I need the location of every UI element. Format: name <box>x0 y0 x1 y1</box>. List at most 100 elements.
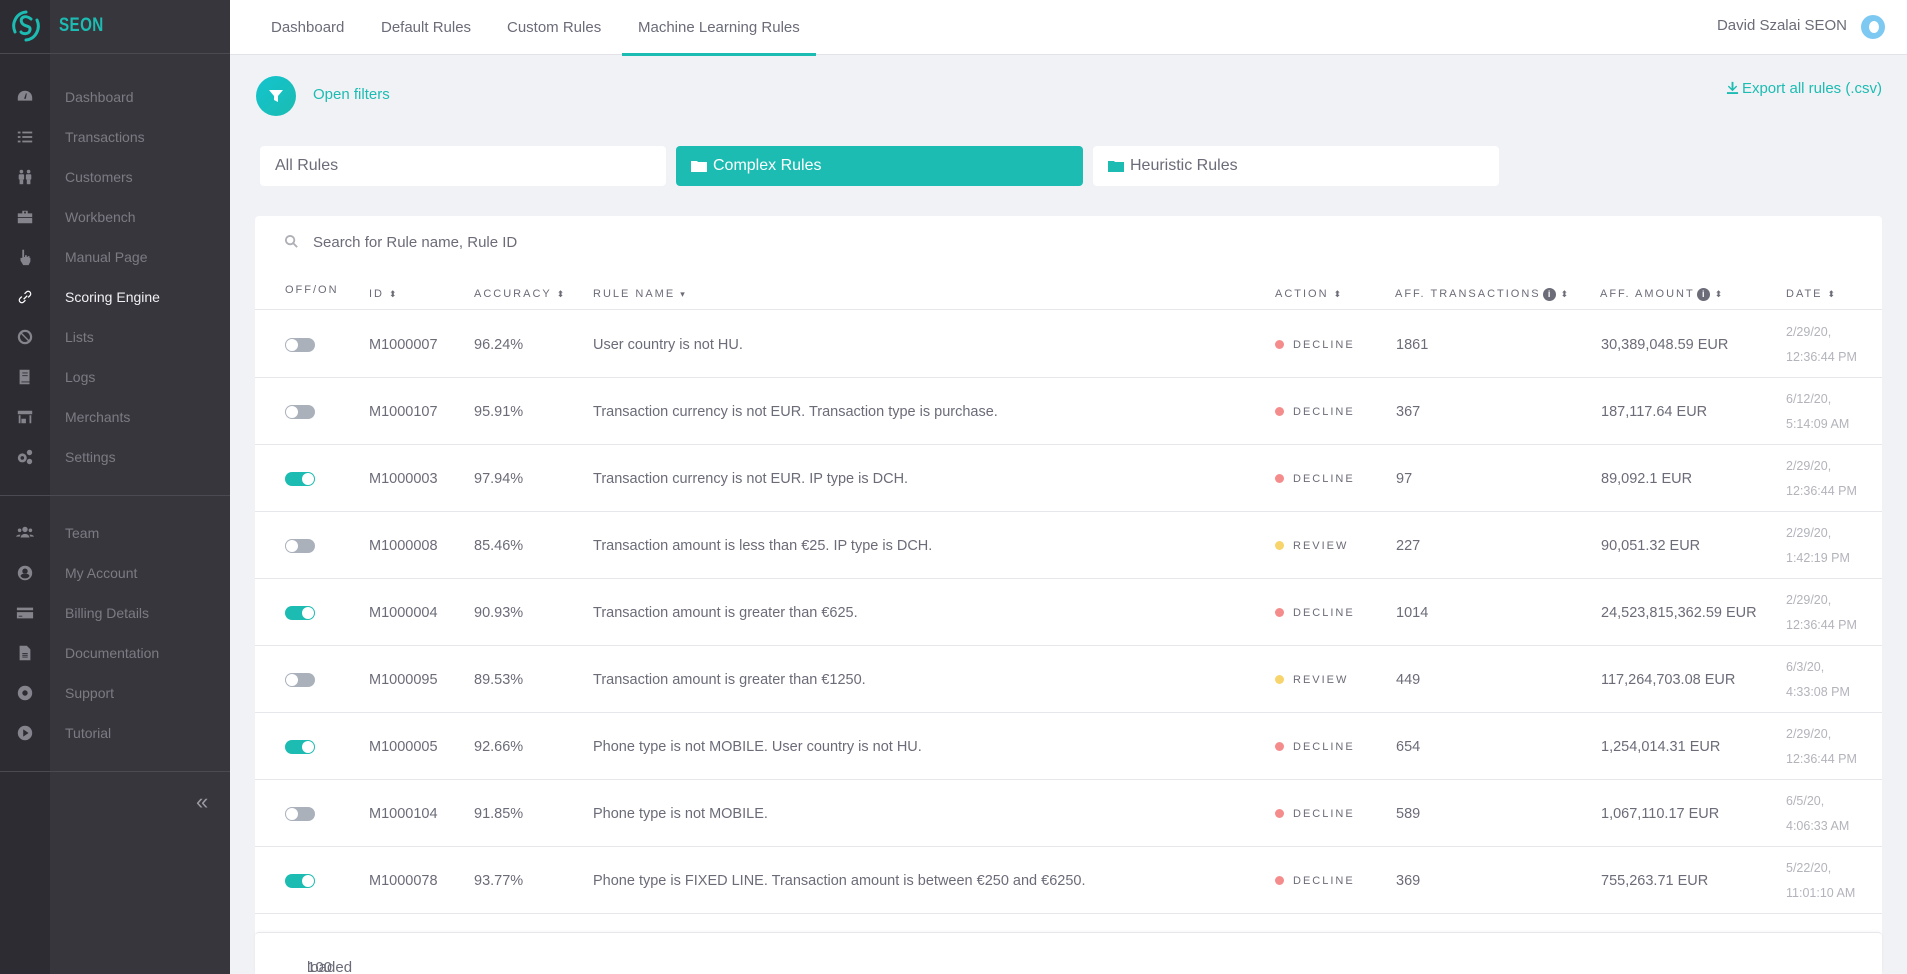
affected-transactions: 1861 <box>1396 336 1429 353</box>
table-body: M1000007 96.24% User country is not HU. DEC… <box>255 311 1882 914</box>
rule-action: DECLINE <box>1275 445 1355 512</box>
rule-name[interactable]: Transaction amount is greater than €625. <box>593 579 858 646</box>
category-heuristic-rules[interactable]: Heuristic Rules <box>1093 146 1499 186</box>
affected-transactions: 367 <box>1396 403 1421 420</box>
rule-name[interactable]: Transaction amount is less than €25. IP … <box>593 512 932 579</box>
table-row[interactable]: M1000104 91.85% Phone type is not MOBILE. D… <box>255 780 1882 847</box>
rule-accuracy: 85.46% <box>474 537 524 554</box>
sidebar-item-lists[interactable]: Lists <box>0 317 230 357</box>
rule-date: 2/29/20, 12:36:44 PM <box>1786 726 1857 766</box>
table-row[interactable]: M1000005 92.66% Phone type is not MOBILE. … <box>255 713 1882 780</box>
column-header-aff-amount[interactable]: AFF. AMOUNT i ⬍ <box>1600 278 1722 310</box>
column-header-action[interactable]: ACTION ⬍ <box>1275 278 1341 310</box>
search-input[interactable] <box>313 230 1013 254</box>
table-row[interactable]: M1000078 93.77% Phone type is FIXED LINE. … <box>255 847 1882 914</box>
table-row[interactable]: M1000107 95.91% Transaction currency is no… <box>255 378 1882 445</box>
rule-name[interactable]: Transaction currency is not EUR. Transac… <box>593 378 998 445</box>
tab-dashboard[interactable]: Dashboard <box>271 0 344 55</box>
rule-action: REVIEW <box>1275 512 1348 579</box>
rule-toggle-switch[interactable] <box>285 539 315 553</box>
category-all-rules[interactable]: All Rules <box>260 146 666 186</box>
affected-transactions: 449 <box>1396 671 1421 688</box>
sort-icon: ⬍ <box>1333 288 1342 299</box>
open-filters-link[interactable]: Open filters <box>313 86 390 103</box>
sidebar-item-workbench[interactable]: Workbench <box>0 197 230 237</box>
user-name[interactable]: David Szalai SEON <box>1717 17 1847 34</box>
rule-name[interactable]: Phone type is FIXED LINE. Transaction am… <box>593 847 1086 914</box>
search-bar <box>255 216 1882 268</box>
category-label: Complex Rules <box>713 157 822 174</box>
rule-id: M1000107 <box>369 403 438 420</box>
rule-toggle-switch[interactable] <box>285 673 315 687</box>
customers-icon <box>14 166 36 188</box>
affected-amount: 187,117.64 EUR <box>1601 403 1708 420</box>
sidebar-item-transactions[interactable]: Transactions <box>0 117 230 157</box>
rule-accuracy: 89.53% <box>474 671 524 688</box>
rule-date: 6/3/20, 4:33:08 PM <box>1786 659 1850 699</box>
brand-name: SEON <box>59 15 104 36</box>
info-icon[interactable]: i <box>1542 287 1556 301</box>
user-circle-icon <box>14 562 36 584</box>
sidebar-item-support[interactable]: Support <box>0 673 230 713</box>
tab-default-rules[interactable]: Default Rules <box>381 0 471 55</box>
rule-toggle-switch[interactable] <box>285 338 315 352</box>
rule-name[interactable]: Phone type is not MOBILE. <box>593 780 768 847</box>
table-row[interactable]: M1000008 85.46% Transaction amount is less… <box>255 512 1882 579</box>
rule-name[interactable]: User country is not HU. <box>593 311 743 378</box>
sidebar-item-dashboard[interactable]: Dashboard <box>0 77 230 117</box>
column-header-date[interactable]: DATE ⬍ <box>1786 278 1835 310</box>
rule-action: DECLINE <box>1275 579 1355 646</box>
rules-table-card: OFF/ON ID⬍ ACCURACY⬍ RULE NAME▾ ACTION⬍ … <box>255 216 1882 974</box>
sidebar-primary-nav: Dashboard Transactions Customers Workben… <box>0 77 230 477</box>
affected-transactions: 589 <box>1396 805 1421 822</box>
sidebar-item-customers[interactable]: Customers <box>0 157 230 197</box>
loaded-count: 100 loaded <box>307 959 353 974</box>
status-dot-icon <box>1275 474 1284 483</box>
folder-icon <box>1108 161 1124 172</box>
sidebar-item-logs[interactable]: Logs <box>0 357 230 397</box>
user-avatar[interactable] <box>1861 15 1885 39</box>
sidebar-item-merchants[interactable]: Merchants <box>0 397 230 437</box>
rule-name[interactable]: Transaction currency is not EUR. IP type… <box>593 445 908 512</box>
table-row[interactable]: M1000007 96.24% User country is not HU. DEC… <box>255 311 1882 378</box>
sidebar-item-documentation[interactable]: Documentation <box>0 633 230 673</box>
sidebar-item-billing-details[interactable]: Billing Details <box>0 593 230 633</box>
rule-toggle-switch[interactable] <box>285 874 315 888</box>
sidebar-item-team[interactable]: Team <box>0 513 230 553</box>
column-header-id[interactable]: ID ⬍ <box>369 278 397 310</box>
brand[interactable]: SEON <box>0 0 230 54</box>
column-header-rule-name[interactable]: RULE NAME ▾ <box>593 278 685 310</box>
sidebar-item-settings[interactable]: Settings <box>0 437 230 477</box>
tab-machine-learning-rules[interactable]: Machine Learning Rules <box>622 0 816 56</box>
rule-name[interactable]: Transaction amount is greater than €1250… <box>593 646 866 713</box>
affected-amount: 30,389,048.59 EUR <box>1601 336 1729 353</box>
rule-toggle-switch[interactable] <box>285 472 315 486</box>
rule-action: DECLINE <box>1275 311 1355 378</box>
column-header-accuracy[interactable]: ACCURACY ⬍ <box>474 278 564 310</box>
tab-custom-rules[interactable]: Custom Rules <box>507 0 601 55</box>
info-icon[interactable]: i <box>1696 287 1710 301</box>
column-header-aff-transactions[interactable]: AFF. TRANSACTIONS i ⬍ <box>1395 278 1568 310</box>
export-csv-link[interactable]: Export all rules (.csv) <box>1726 80 1882 97</box>
sidebar-item-tutorial[interactable]: Tutorial <box>0 713 230 753</box>
rule-date: 2/29/20, 12:36:44 PM <box>1786 458 1857 498</box>
table-row[interactable]: M1000003 97.94% Transaction currency is no… <box>255 445 1882 512</box>
sidebar-item-scoring-engine[interactable]: Scoring Engine <box>0 277 230 317</box>
rule-toggle-switch[interactable] <box>285 606 315 620</box>
seon-logo-icon <box>12 10 40 42</box>
rule-date: 6/12/20, 5:14:09 AM <box>1786 391 1850 431</box>
sidebar-item-manual-page[interactable]: Manual Page <box>0 237 230 277</box>
category-complex-rules[interactable]: Complex Rules <box>676 146 1083 186</box>
rule-accuracy: 96.24% <box>474 336 524 353</box>
rule-toggle-switch[interactable] <box>285 405 315 419</box>
rule-toggle-switch[interactable] <box>285 807 315 821</box>
affected-amount: 755,263.71 EUR <box>1601 872 1709 889</box>
collapse-sidebar-button[interactable]: « <box>196 789 208 815</box>
table-row[interactable]: M1000095 89.53% Transaction amount is grea… <box>255 646 1882 713</box>
open-filters-button[interactable] <box>256 76 296 116</box>
rule-id: M1000005 <box>369 738 438 755</box>
sidebar-item-my-account[interactable]: My Account <box>0 553 230 593</box>
table-row[interactable]: M1000004 90.93% Transaction amount is grea… <box>255 579 1882 646</box>
rule-name[interactable]: Phone type is not MOBILE. User country i… <box>593 713 922 780</box>
rule-toggle-switch[interactable] <box>285 740 315 754</box>
